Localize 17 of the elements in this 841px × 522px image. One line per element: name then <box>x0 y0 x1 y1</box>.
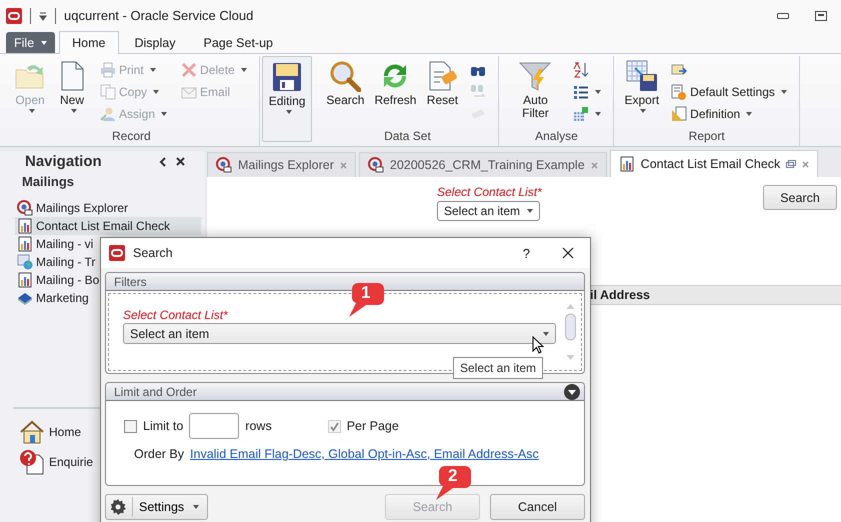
checkbox-label: Per Page <box>346 419 399 433</box>
unit-label: rows <box>245 419 272 433</box>
field-label: Select Contact List* <box>123 308 229 322</box>
dialog-title: Search <box>133 246 173 260</box>
field-label: Order By <box>134 447 184 461</box>
group-label: Analyse <box>534 129 579 145</box>
checkbox-label: Limit to <box>143 419 184 433</box>
window-title: uqcurrent - Oracle Service Cloud <box>64 8 254 23</box>
panel-header: Limit and Order <box>114 384 197 398</box>
section-title: Mailings <box>21 173 76 191</box>
group-label: Data Set <box>383 129 432 145</box>
tooltip: Select an item <box>453 357 544 379</box>
panel-title: Navigation <box>25 153 103 170</box>
field-label: Select Contact List* <box>437 185 542 199</box>
group-label: Record <box>111 129 152 145</box>
group-label: Report <box>688 129 726 145</box>
column-header: il Address <box>590 288 650 302</box>
